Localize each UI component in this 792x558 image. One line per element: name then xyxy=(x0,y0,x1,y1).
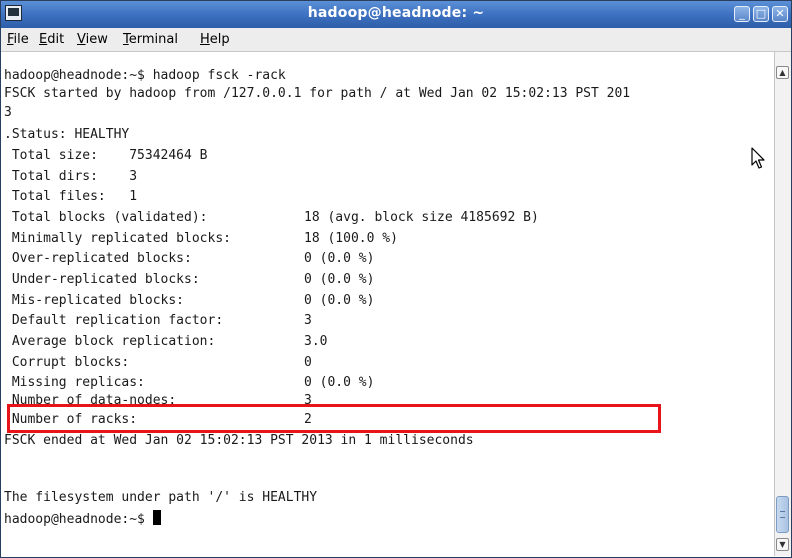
stat-label: Corrupt blocks: xyxy=(4,355,130,370)
menu-file-label: ile xyxy=(13,32,29,47)
stat-label: Over-replicated blocks: xyxy=(4,251,192,266)
stat-value: 0 (0.0 %) xyxy=(304,251,375,266)
menu-help-label: elp xyxy=(209,32,230,47)
total-dirs-line: Total dirs: 3 xyxy=(4,169,138,184)
menu-bar: File Edit View Terminal Help xyxy=(1,28,791,52)
title-bar[interactable]: hadoop@headnode: ~ _ □ ✕ xyxy=(1,1,791,28)
minimize-button[interactable]: _ xyxy=(734,6,750,22)
scroll-thumb[interactable] xyxy=(776,496,789,533)
stat-label: Minimally replicated blocks: xyxy=(4,231,231,246)
total-files-line: Total files: 1 xyxy=(4,189,138,204)
menu-file[interactable]: File xyxy=(7,32,29,47)
stat-label: Total blocks (validated): xyxy=(4,210,208,225)
stat-value: 0 (0.0 %) xyxy=(304,375,375,390)
fsck-ended-line: FSCK ended at Wed Jan 02 15:02:13 PST 20… xyxy=(4,433,474,448)
menu-terminal-label: erminal xyxy=(128,32,178,47)
stat-value: 0 xyxy=(304,355,312,370)
stat-label: Average block replication: xyxy=(4,334,216,349)
fsck-started-line: FSCK started by hadoop from /127.0.0.1 f… xyxy=(4,86,631,101)
menu-view[interactable]: View xyxy=(77,32,108,47)
maximize-button[interactable]: □ xyxy=(753,6,769,22)
menu-view-mnemonic: V xyxy=(77,32,86,47)
stat-value: 18 (100.0 %) xyxy=(304,231,398,246)
scroll-up-button[interactable]: ▲ xyxy=(776,66,789,79)
terminal-output[interactable]: hadoop@headnode:~$ hadoop fsck -rack FSC… xyxy=(1,52,773,557)
menu-view-label: iew xyxy=(85,32,108,47)
stat-value: 3.0 xyxy=(304,334,328,349)
stat-value: 18 (avg. block size 4185692 B) xyxy=(304,210,539,225)
text-cursor xyxy=(152,510,161,525)
scroll-down-button[interactable]: ▼ xyxy=(776,538,789,551)
menu-terminal[interactable]: Terminal xyxy=(123,32,178,47)
final-prompt: hadoop@headnode:~$ xyxy=(4,512,153,527)
status-line: .Status: HEALTHY xyxy=(4,127,130,142)
window-title: hadoop@headnode: ~ xyxy=(307,5,485,21)
stat-label: Under-replicated blocks: xyxy=(4,272,200,287)
final-prompt-line: hadoop@headnode:~$ xyxy=(4,510,161,528)
terminal-window: hadoop@headnode: ~ _ □ ✕ File Edit View … xyxy=(0,0,792,558)
fsck-started-wrap-line: 3 xyxy=(4,105,12,120)
vertical-scrollbar[interactable]: ▲ ▼ xyxy=(774,52,791,556)
command-line: hadoop@headnode:~$ hadoop fsck -rack xyxy=(4,68,286,83)
menu-edit[interactable]: Edit xyxy=(39,32,64,47)
racks-highlight-box xyxy=(7,404,661,433)
menu-edit-mnemonic: E xyxy=(39,32,48,47)
menu-help[interactable]: Help xyxy=(200,32,230,47)
menu-edit-label: dit xyxy=(47,32,65,47)
stat-value: 0 (0.0 %) xyxy=(304,272,375,287)
menu-help-mnemonic: H xyxy=(200,32,210,47)
mouse-pointer-icon xyxy=(751,147,765,169)
stat-value: 3 xyxy=(304,313,312,328)
stat-label: Missing replicas: xyxy=(4,375,145,390)
stat-value: 0 (0.0 %) xyxy=(304,293,375,308)
close-button[interactable]: ✕ xyxy=(772,6,788,22)
total-size-line: Total size: 75342464 B xyxy=(4,148,208,163)
stat-label: Default replication factor: xyxy=(4,313,224,328)
stat-label: Mis-replicated blocks: xyxy=(4,293,185,308)
filesystem-status-line: The filesystem under path '/' is HEALTHY xyxy=(4,490,318,505)
